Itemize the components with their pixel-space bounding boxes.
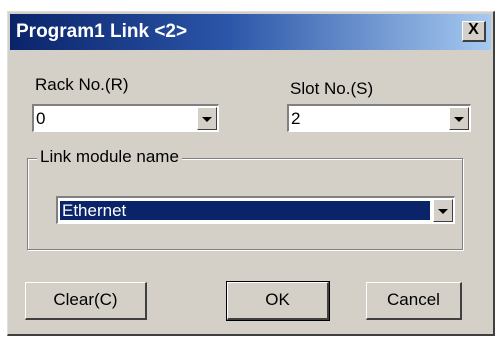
link-module-select[interactable]: Ethernet xyxy=(56,196,455,224)
chevron-down-icon xyxy=(454,117,464,122)
close-button[interactable]: X xyxy=(462,21,486,42)
cancel-button[interactable]: Cancel xyxy=(366,282,462,320)
chevron-down-icon xyxy=(438,209,448,214)
rack-select[interactable]: 0 xyxy=(32,104,219,132)
slot-label: Slot No.(S) xyxy=(290,79,374,98)
link-module-value: Ethernet xyxy=(60,201,430,220)
clear-button[interactable]: Clear(C) xyxy=(25,282,147,320)
slot-value: 2 xyxy=(291,109,301,128)
rack-value: 0 xyxy=(36,109,46,128)
slot-select[interactable]: 2 xyxy=(287,104,471,132)
link-module-group-label: Link module name xyxy=(37,147,182,167)
rack-label: Rack No.(R) xyxy=(35,75,129,94)
link-module-dropdown-button[interactable] xyxy=(433,199,453,222)
slot-dropdown-button[interactable] xyxy=(449,107,469,130)
rack-dropdown-button[interactable] xyxy=(197,107,217,130)
ok-button[interactable]: OK xyxy=(226,281,330,321)
chevron-down-icon xyxy=(202,117,212,122)
close-icon: X xyxy=(468,21,479,38)
dialog-title: Program1 Link <2> xyxy=(16,21,188,42)
title-bar[interactable]: Program1 Link <2> X xyxy=(10,14,491,50)
